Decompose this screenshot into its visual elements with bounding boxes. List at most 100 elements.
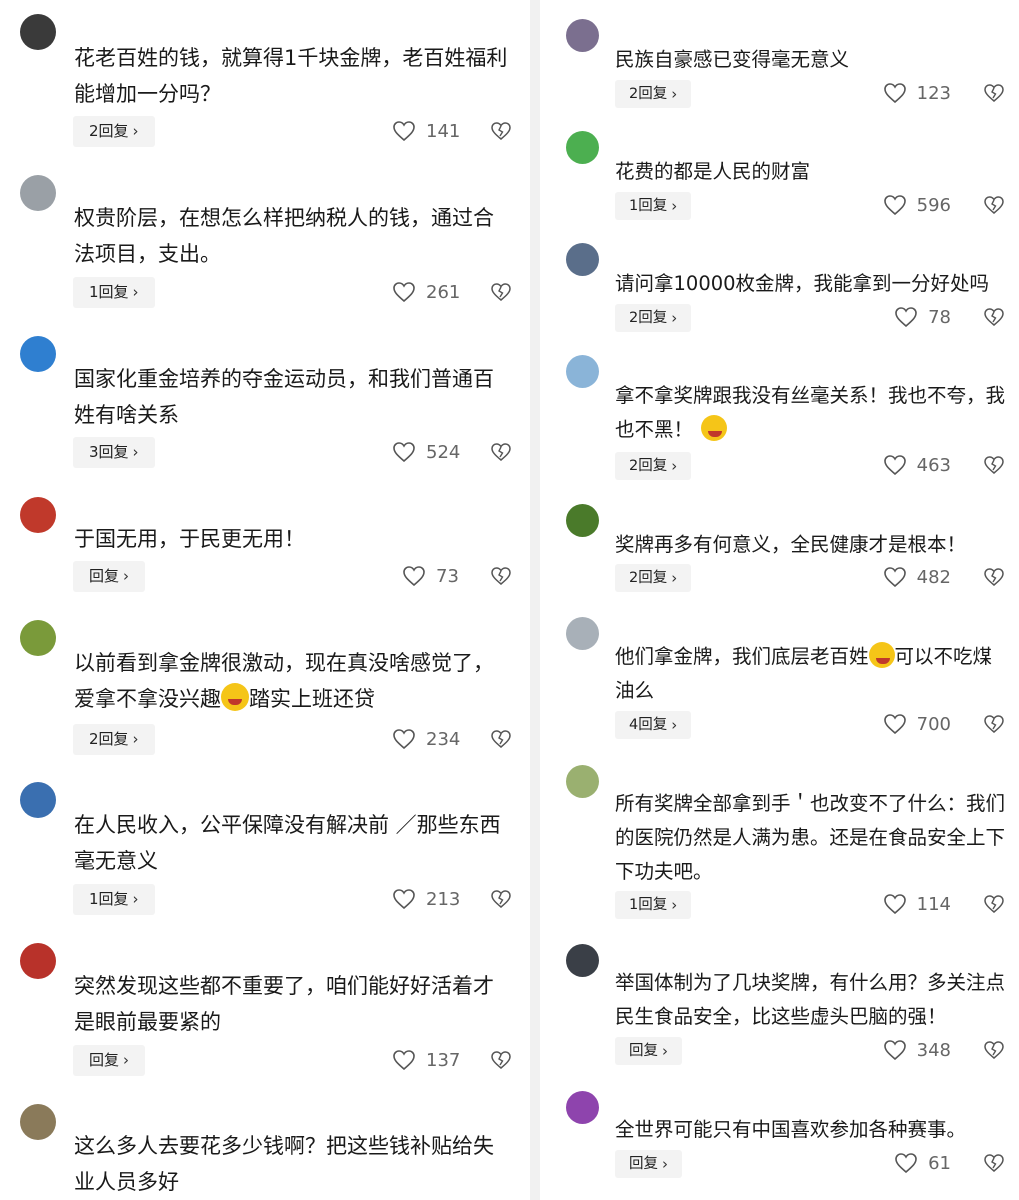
like-button[interactable]: 524 <box>392 441 460 463</box>
reply-button[interactable]: 2回复 › <box>615 452 692 480</box>
avatar[interactable] <box>566 1091 599 1124</box>
reply-button[interactable]: 1回复 › <box>615 192 692 220</box>
reply-button[interactable]: 1回复 › <box>615 891 692 919</box>
avatar[interactable] <box>20 620 56 656</box>
comment-text-part: 他们拿金牌，我们底层老百姓 <box>615 645 869 668</box>
heart-outline-icon <box>883 455 906 476</box>
reply-button[interactable]: 2回复 › <box>615 304 692 332</box>
like-count: 123 <box>916 82 951 104</box>
comment-text-part: 拿不拿奖牌跟我没有丝毫关系！我也不夸，我也不黑！ <box>615 384 1006 441</box>
broken-heart-icon <box>984 715 1004 733</box>
avatar[interactable] <box>20 497 56 533</box>
reply-button[interactable]: 2回复 › <box>615 564 692 592</box>
chevron-right-icon: › <box>662 1042 668 1060</box>
comment-text: 民族自豪感已变得毫无意义 <box>615 48 850 71</box>
avatar[interactable] <box>20 336 56 372</box>
like-button[interactable]: 78 <box>894 306 951 328</box>
dislike-button[interactable] <box>983 566 1005 592</box>
chevron-right-icon: › <box>671 85 678 103</box>
like-count: 61 <box>928 1152 951 1174</box>
dislike-button[interactable] <box>490 888 512 914</box>
dislike-button[interactable] <box>983 194 1005 220</box>
heart-outline-icon <box>883 894 906 915</box>
like-button[interactable]: 596 <box>883 194 951 216</box>
broken-heart-icon <box>984 568 1004 586</box>
like-count: 78 <box>928 306 951 328</box>
reply-button[interactable]: 2回复 › <box>615 80 692 108</box>
dislike-button[interactable] <box>983 893 1005 919</box>
comment-text: 他们拿金牌，我们底层老百姓 可以不吃煤油么 <box>615 640 1009 708</box>
dislike-button[interactable] <box>983 82 1005 108</box>
comment-text: 请问拿10000枚金牌，我能拿到一分好处吗 <box>615 272 990 295</box>
reply-button[interactable]: 回复 › <box>615 1150 682 1178</box>
avatar[interactable] <box>566 944 599 977</box>
dislike-button[interactable] <box>983 713 1005 739</box>
avatar[interactable] <box>566 504 599 537</box>
comment-text: 花老百姓的钱，就算得1千块金牌，老百姓福利能增加一分吗？ <box>74 46 508 106</box>
chevron-right-icon: › <box>671 309 678 327</box>
avatar[interactable] <box>20 782 56 818</box>
reply-button[interactable]: 3回复 › <box>73 437 155 468</box>
dislike-button[interactable] <box>983 1039 1005 1065</box>
like-button[interactable]: 234 <box>392 728 460 750</box>
avatar[interactable] <box>20 14 56 50</box>
reply-button[interactable]: 回复 › <box>73 1045 146 1076</box>
dislike-button[interactable] <box>490 565 512 591</box>
comment-column-left: 花老百姓的钱，就算得1千块金牌，老百姓福利能增加一分吗？ 2回复 › 141 权贵… <box>0 0 520 1200</box>
like-button[interactable]: 700 <box>883 713 951 735</box>
dislike-button[interactable] <box>490 728 512 754</box>
comment-text: 突然发现这些都不重要了，咱们能好好活着才是眼前最要紧的 <box>74 974 494 1034</box>
avatar[interactable] <box>566 19 599 52</box>
dislike-button[interactable] <box>983 1152 1005 1178</box>
comment-column-right: 民族自豪感已变得毫无意义 2回复 › 123 花费的都是人民的财富 1回复 › 59… <box>530 0 1019 1200</box>
like-button[interactable]: 482 <box>883 566 951 588</box>
avatar[interactable] <box>566 355 599 388</box>
reply-button[interactable]: 1回复 › <box>73 277 155 308</box>
reply-button[interactable]: 4回复 › <box>615 711 692 739</box>
like-button[interactable]: 61 <box>894 1152 951 1174</box>
dislike-button[interactable] <box>983 306 1005 332</box>
dislike-button[interactable] <box>490 120 512 146</box>
heart-outline-icon <box>393 442 415 463</box>
reply-button[interactable]: 1回复 › <box>73 884 155 915</box>
avatar[interactable] <box>20 1104 56 1140</box>
comment-text-part: 踏实上班还贷 <box>249 687 375 711</box>
like-button[interactable]: 73 <box>402 565 459 587</box>
broken-heart-icon <box>984 1154 1004 1172</box>
chevron-right-icon: › <box>671 197 678 215</box>
dislike-button[interactable] <box>983 454 1005 480</box>
broken-heart-icon <box>984 196 1004 214</box>
reply-button[interactable]: 回复 › <box>73 561 146 592</box>
like-button[interactable]: 348 <box>883 1039 951 1061</box>
reply-button[interactable]: 2回复 › <box>73 724 155 755</box>
broken-heart-icon <box>491 567 511 585</box>
avatar[interactable] <box>566 617 599 650</box>
reply-button[interactable]: 2回复 › <box>73 116 155 147</box>
avatar[interactable] <box>566 131 599 164</box>
like-count: 700 <box>916 713 951 735</box>
avatar[interactable] <box>20 943 56 979</box>
reply-label: 1回复 <box>89 890 129 908</box>
like-button[interactable]: 213 <box>392 888 460 910</box>
reply-label: 4回复 <box>629 717 668 733</box>
like-button[interactable]: 114 <box>883 893 951 915</box>
like-button[interactable]: 463 <box>883 454 951 476</box>
like-button[interactable]: 261 <box>392 281 460 303</box>
like-button[interactable]: 137 <box>392 1049 460 1071</box>
heart-outline-icon <box>883 83 906 104</box>
reply-label: 1回复 <box>629 897 668 913</box>
like-button[interactable]: 141 <box>392 120 460 142</box>
chevron-right-icon: › <box>671 716 678 734</box>
chevron-right-icon: › <box>132 122 139 140</box>
avatar[interactable] <box>20 175 56 211</box>
chevron-right-icon: › <box>671 457 678 475</box>
dislike-button[interactable] <box>490 1049 512 1075</box>
broken-heart-icon <box>984 895 1004 913</box>
avatar[interactable] <box>566 765 599 798</box>
reply-button[interactable]: 回复 › <box>615 1037 682 1065</box>
dislike-button[interactable] <box>490 441 512 467</box>
dislike-button[interactable] <box>490 281 512 307</box>
avatar[interactable] <box>566 243 599 276</box>
like-button[interactable]: 123 <box>883 82 951 104</box>
reply-label: 回复 <box>629 1043 658 1059</box>
